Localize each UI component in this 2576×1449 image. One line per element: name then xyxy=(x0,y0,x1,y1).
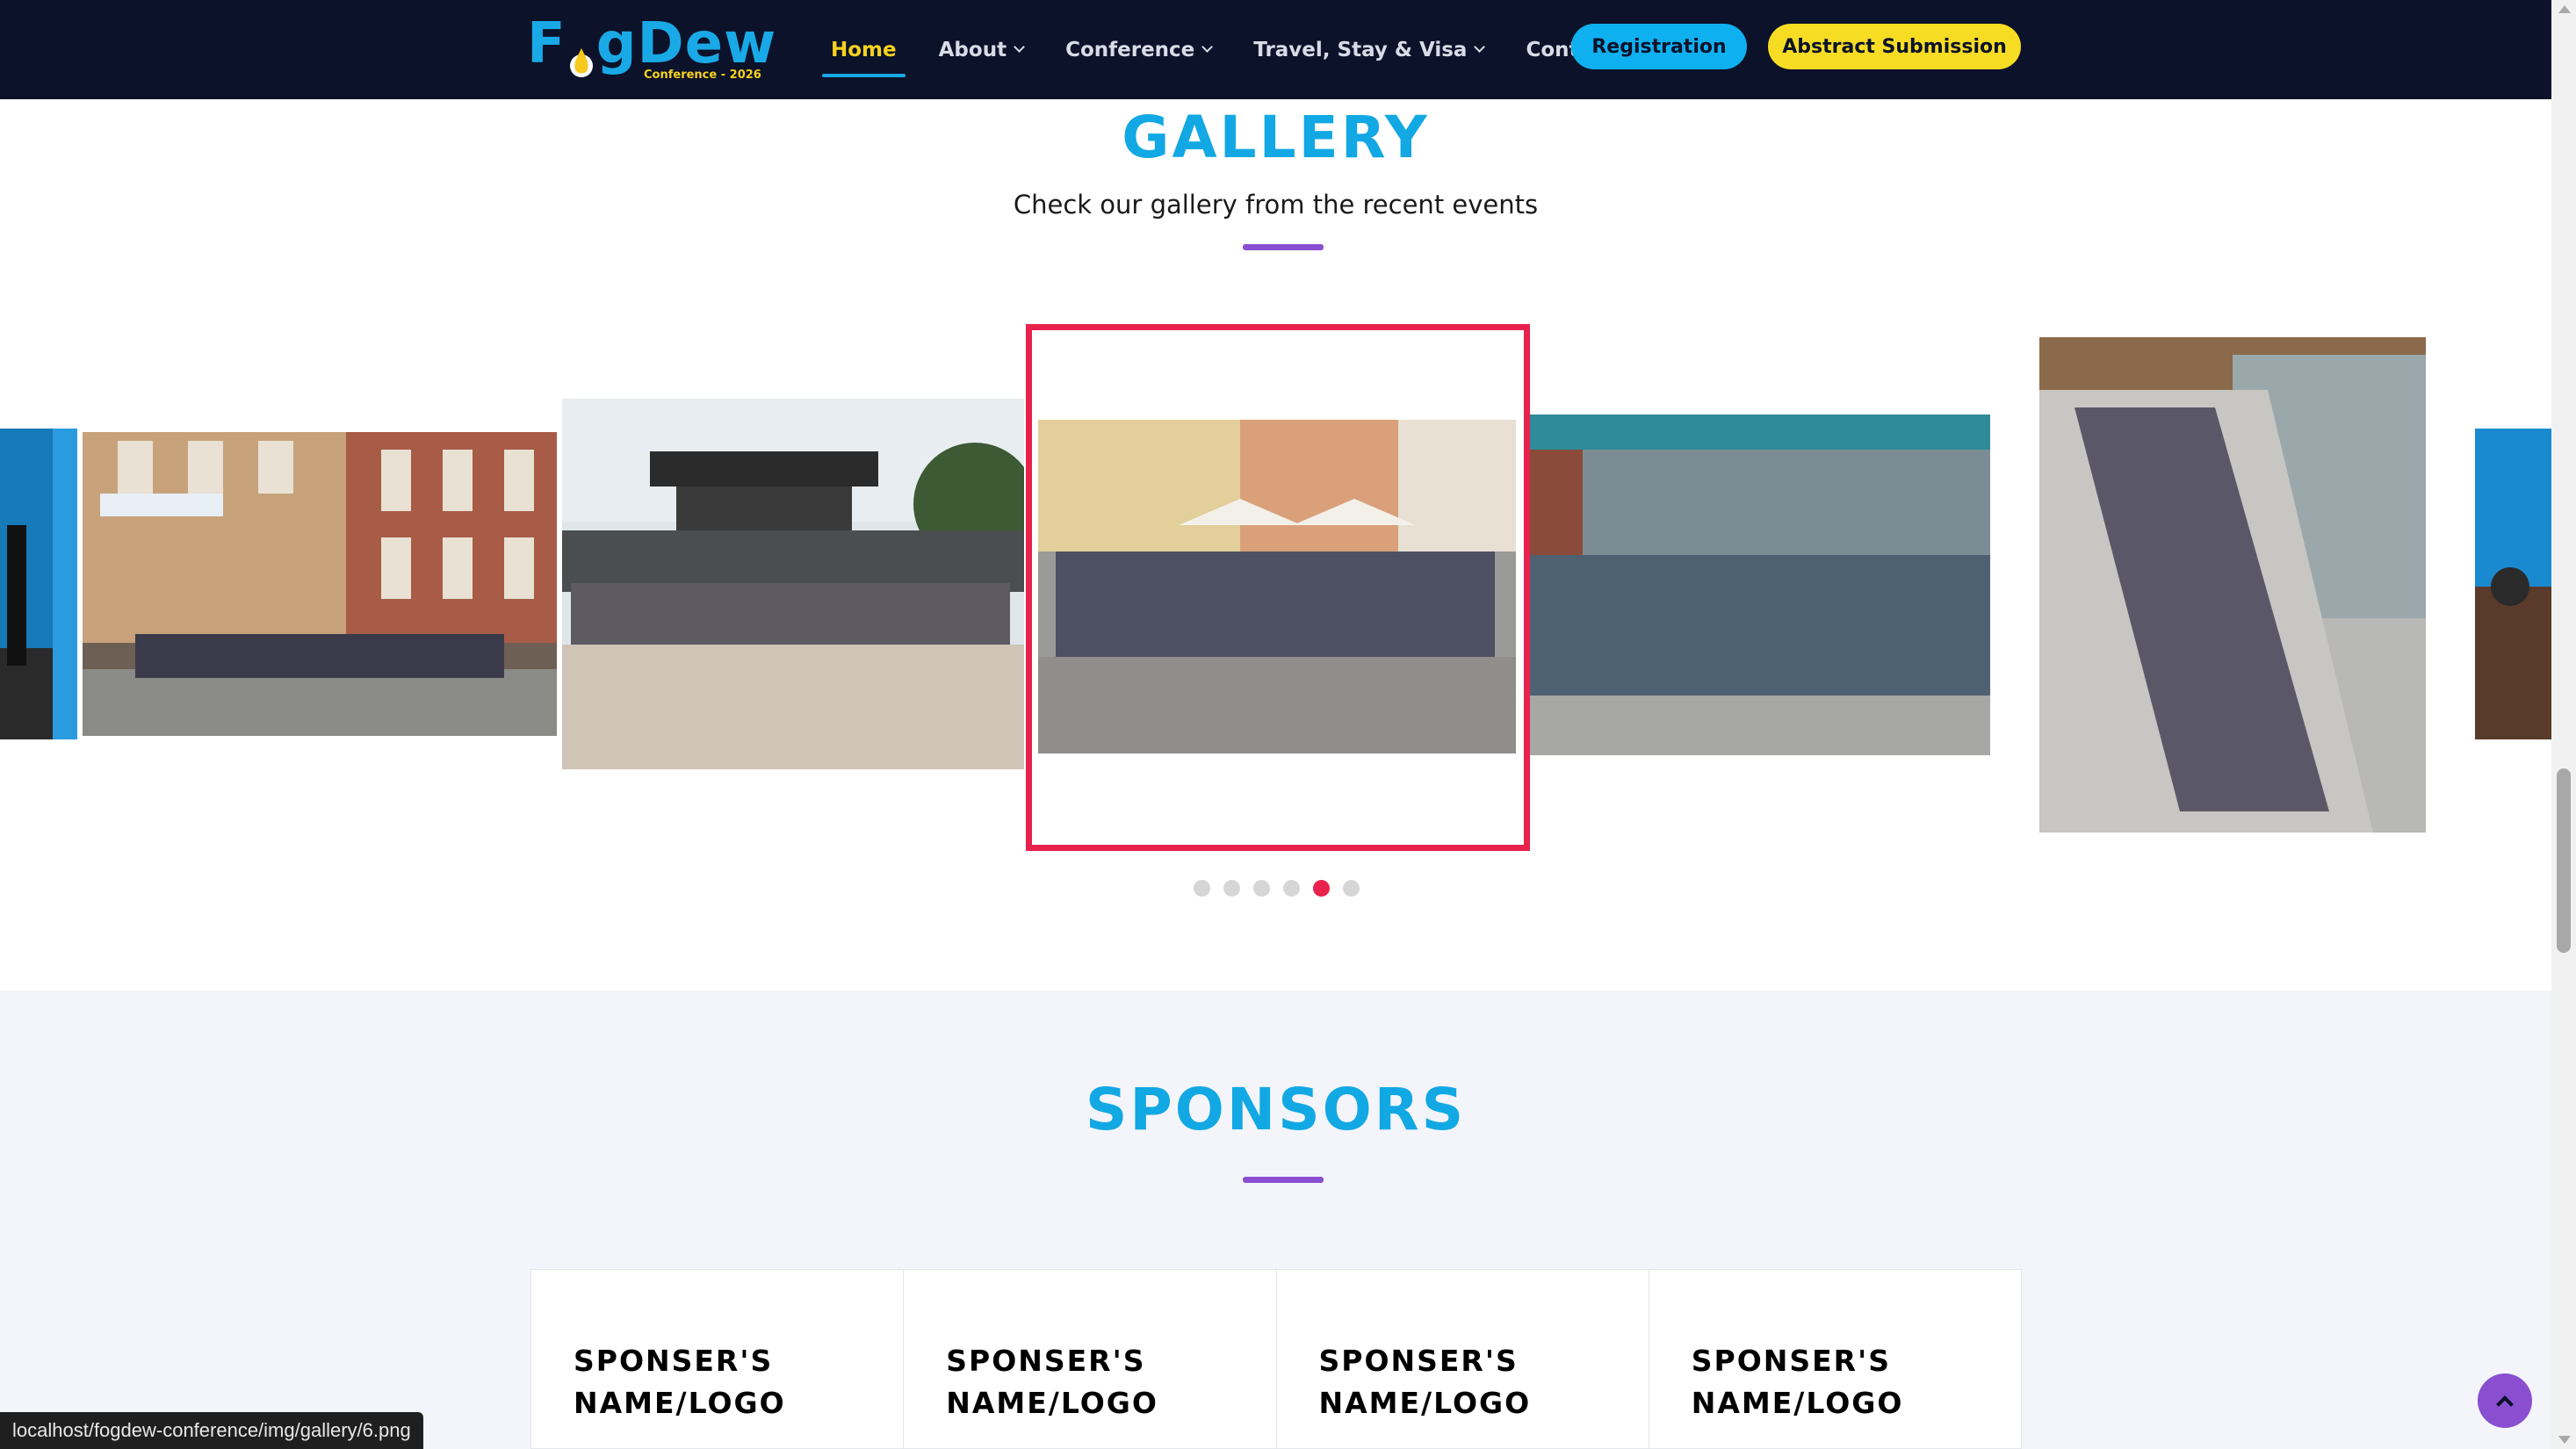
sponsor-card[interactable]: SPONSER'S NAME/LOGO xyxy=(1649,1270,2021,1448)
scroll-up-arrow-icon[interactable] xyxy=(2558,5,2571,13)
gallery-title-underline xyxy=(1243,244,1324,250)
gallery-dot-6[interactable] xyxy=(1343,880,1360,897)
gallery-dot-3[interactable] xyxy=(1253,880,1270,897)
chevron-up-icon xyxy=(2496,1395,2514,1413)
gallery-image-staircase[interactable] xyxy=(2039,337,2426,833)
water-drop-icon xyxy=(568,33,595,77)
gallery-image-partial-left[interactable] xyxy=(0,429,77,739)
browser-status-url: localhost/fogdew-conference/img/gallery/… xyxy=(0,1412,423,1449)
gallery-dot-5-active[interactable] xyxy=(1313,880,1330,897)
nav-home[interactable]: Home xyxy=(822,39,906,77)
sponsors-title: SPONSORS xyxy=(1085,1076,1467,1143)
main-nav: Home About Conference Travel, Stay & Vis… xyxy=(822,0,1656,99)
back-to-top-button[interactable] xyxy=(2478,1373,2532,1428)
chevron-down-icon xyxy=(1474,41,1486,53)
scroll-down-arrow-icon[interactable] xyxy=(2558,1436,2571,1444)
gallery-title: GALLERY xyxy=(1122,104,1430,171)
sponsor-logo-placeholder: SPONSER'S NAME/LOGO xyxy=(1691,1340,1904,1424)
sponsor-card[interactable]: SPONSER'S NAME/LOGO xyxy=(904,1270,1277,1448)
sponsor-logo-placeholder: SPONSER'S NAME/LOGO xyxy=(946,1340,1158,1424)
gallery-image-palace[interactable] xyxy=(83,432,557,736)
page-scrollbar[interactable] xyxy=(2551,0,2576,1449)
gallery-subtitle: Check our gallery from the recent events xyxy=(1013,190,1539,220)
scrollbar-thumb[interactable] xyxy=(2557,768,2571,953)
gallery-pagination xyxy=(1194,880,1360,897)
gallery-image-partial-right[interactable] xyxy=(2475,429,2551,739)
gallery-dot-1[interactable] xyxy=(1194,880,1210,897)
sponsor-logo-placeholder: SPONSER'S NAME/LOGO xyxy=(1318,1340,1532,1424)
gallery-dot-4[interactable] xyxy=(1283,880,1300,897)
gallery-image-gate[interactable] xyxy=(562,399,1024,769)
gallery-dot-2[interactable] xyxy=(1223,880,1240,897)
sponsor-card[interactable]: SPONSER'S NAME/LOGO xyxy=(1277,1270,1649,1448)
sponsors-grid: SPONSER'S NAME/LOGO SPONSER'S NAME/LOGO SP… xyxy=(530,1269,2022,1449)
gallery-image-town-square[interactable] xyxy=(1038,420,1516,753)
nav-travel[interactable]: Travel, Stay & Visa xyxy=(1253,39,1486,61)
nav-conference[interactable]: Conference xyxy=(1065,39,1214,61)
logo-subtitle: Conference - 2026 xyxy=(644,68,761,82)
logo-wordmark: F gDew xyxy=(527,11,777,77)
nav-about[interactable]: About xyxy=(939,39,1025,61)
chevron-down-icon xyxy=(1201,41,1214,53)
chevron-down-icon xyxy=(1014,41,1025,53)
registration-button[interactable]: Registration xyxy=(1571,24,1747,69)
sponsor-card[interactable]: SPONSER'S NAME/LOGO xyxy=(531,1270,905,1448)
top-navbar: F gDew Conference - 2026 Home About Conf… xyxy=(0,0,2551,99)
sponsor-logo-placeholder: SPONSER'S NAME/LOGO xyxy=(574,1340,786,1424)
gallery-image-building[interactable] xyxy=(1530,415,1990,755)
site-logo[interactable]: F gDew Conference - 2026 xyxy=(527,11,777,82)
abstract-submission-button[interactable]: Abstract Submission xyxy=(1768,24,2021,69)
sponsors-title-underline xyxy=(1243,1177,1324,1183)
